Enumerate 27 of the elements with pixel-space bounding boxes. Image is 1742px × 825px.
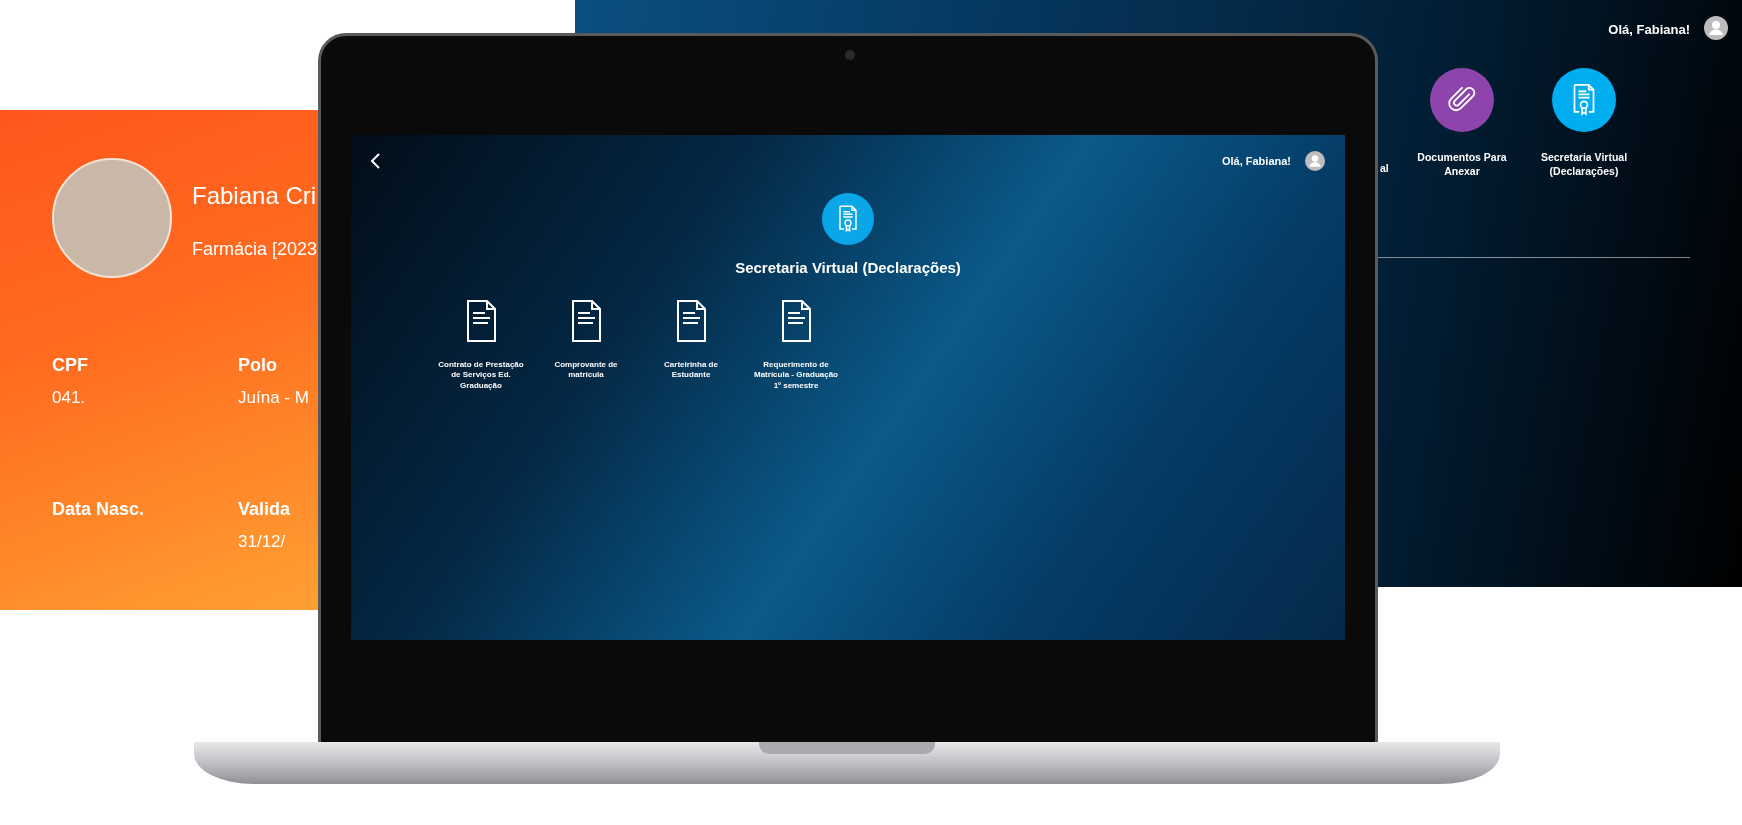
- back-button[interactable]: [369, 152, 383, 170]
- user-avatar-icon[interactable]: [1704, 16, 1728, 40]
- field-label: Polo: [238, 354, 278, 377]
- menu-tile[interactable]: Secretaria Virtual (Declarações): [1529, 68, 1639, 179]
- document-tile[interactable]: Carteirinha de Estudante: [641, 299, 741, 382]
- document-icon: [676, 299, 706, 342]
- greeting-text: Olá, Fabiana!: [1221, 153, 1291, 169]
- document-icon: [466, 299, 496, 342]
- section-title: Secretaria Virtual (Declarações): [735, 258, 961, 278]
- course-text: Farmácia [2023: [192, 238, 318, 261]
- document-icon: [571, 299, 601, 342]
- field-label: CPF: [52, 354, 89, 377]
- document-tile[interactable]: Comprovante de matrícula: [536, 299, 636, 382]
- field-value: 31/12/: [238, 530, 287, 553]
- student-name: Fabiana Cri: [192, 181, 318, 211]
- greeting-text: Olá, Fabiana!: [1608, 21, 1690, 39]
- field-value: Juína - M: [238, 387, 310, 409]
- field-label: Valida: [238, 497, 292, 521]
- user-avatar-icon[interactable]: [1305, 151, 1325, 171]
- field-label: Data Nasc.: [52, 497, 146, 521]
- tile-label: al: [1380, 161, 1389, 176]
- document-icon: [781, 299, 811, 342]
- camera-icon: [845, 50, 855, 60]
- field-value: 041.: [52, 387, 87, 409]
- document-tile[interactable]: Requerimento de Matrícula - Graduação 1º semestre: [746, 299, 846, 392]
- document-tile[interactable]: Contrato de Prestação de Serviços Ed. Graduação: [431, 299, 531, 392]
- menu-tile[interactable]: Documentos Para Anexar: [1407, 68, 1517, 179]
